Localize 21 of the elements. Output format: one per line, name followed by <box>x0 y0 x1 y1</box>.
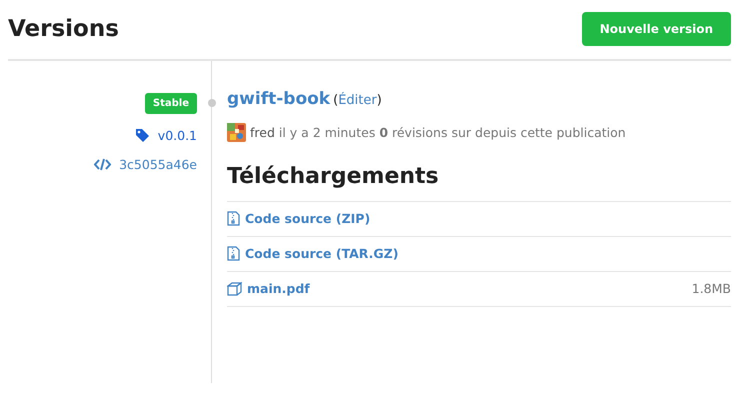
author-link[interactable]: fred <box>250 125 275 140</box>
tag-icon <box>134 128 150 143</box>
download-link[interactable]: Code source (ZIP) <box>227 211 370 226</box>
publication-info: il y a 2 minutes 0 révisions sur depuis cette publication <box>278 125 626 140</box>
edit-text: (Éditer) <box>333 93 382 108</box>
release-name-link[interactable]: gwift-book <box>227 89 330 109</box>
code-icon <box>94 158 112 171</box>
stable-label: Stable <box>144 93 197 114</box>
downloads-heading: Téléchargements <box>227 164 440 189</box>
zip-file-icon <box>227 211 240 226</box>
commit-link[interactable]: 3c5055a46e <box>94 157 197 172</box>
file-size: 1.8MB <box>692 281 731 296</box>
box-icon <box>227 282 242 296</box>
download-link[interactable]: Code source (TAR.GZ) <box>227 246 398 261</box>
edit-link[interactable]: Éditer <box>338 93 377 108</box>
page-title: Versions <box>8 16 119 42</box>
tag-link[interactable]: v0.0.1 <box>134 128 197 143</box>
download-link[interactable]: main.pdf <box>227 281 310 296</box>
new-version-button[interactable]: Nouvelle version <box>582 12 731 46</box>
zip-file-icon <box>227 246 240 261</box>
timeline-dot <box>208 99 216 107</box>
